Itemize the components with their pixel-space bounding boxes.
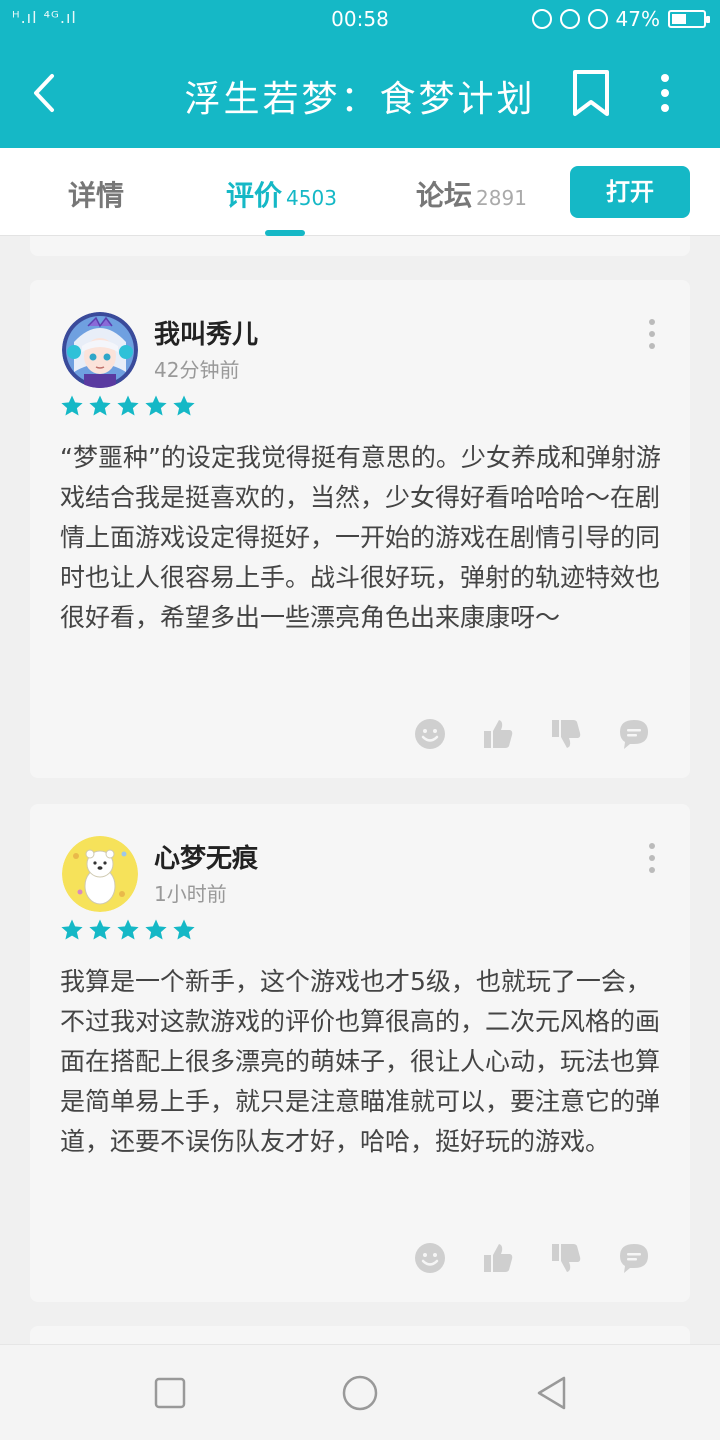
thumbs-up-icon[interactable] bbox=[482, 718, 514, 750]
review-username[interactable]: 我叫秀儿 bbox=[154, 314, 258, 351]
rating-stars bbox=[60, 918, 196, 942]
rotation-lock-icon bbox=[559, 9, 580, 29]
tab-count: 4503 bbox=[286, 186, 337, 210]
tab-bar: 详情 评价 4503 论坛 2891 打开 bbox=[0, 148, 720, 236]
open-button[interactable]: 打开 bbox=[570, 166, 690, 218]
review-text: “梦噩种”的设定我觉得挺有意思的。少女养成和弹射游戏结合我是挺喜欢的，当然，少女… bbox=[60, 443, 661, 632]
star-icon bbox=[117, 395, 139, 416]
user-avatar[interactable] bbox=[62, 836, 138, 912]
tab-label: 评价 bbox=[226, 179, 283, 212]
star-icon bbox=[61, 919, 83, 940]
alarm-icon bbox=[587, 9, 608, 29]
review-actions bbox=[414, 1242, 650, 1274]
system-nav-bar bbox=[0, 1344, 720, 1440]
notification-icon bbox=[531, 9, 552, 29]
next-review-card bbox=[30, 1326, 690, 1346]
anime-girl-avatar-icon bbox=[62, 312, 138, 388]
star-icon bbox=[173, 919, 195, 940]
review-text: 我算是一个新手，这个游戏也才5级，也就玩了一会，不过我对这款游戏的评价也算很高的… bbox=[60, 967, 661, 1156]
comment-icon[interactable] bbox=[618, 718, 650, 750]
star-icon bbox=[89, 919, 111, 940]
status-bar: ᴴ.ıl ⁴ᴳ.ıl 00:58 47% bbox=[0, 0, 720, 38]
review-time: 42分钟前 bbox=[154, 358, 240, 382]
rating-stars bbox=[60, 394, 196, 418]
tab-reviews[interactable]: 评价 4503 bbox=[226, 174, 337, 214]
home-icon[interactable] bbox=[342, 1375, 378, 1411]
comment-icon[interactable] bbox=[618, 1242, 650, 1274]
smile-icon[interactable] bbox=[414, 718, 446, 750]
star-icon bbox=[145, 395, 167, 416]
more-vertical-icon bbox=[649, 843, 655, 873]
review-username[interactable]: 心梦无痕 bbox=[154, 838, 258, 875]
more-vertical-icon bbox=[649, 319, 655, 349]
star-icon bbox=[117, 919, 139, 940]
previous-review-card bbox=[30, 236, 690, 256]
review-actions bbox=[414, 718, 650, 750]
review-card: 心梦无痕 1小时前 我算是一个新手，这个游戏也才5级，也就玩了一会，不过我对这款… bbox=[30, 804, 690, 1302]
more-vertical-icon bbox=[661, 74, 669, 112]
review-time: 1小时前 bbox=[154, 882, 227, 906]
bookmark-button[interactable] bbox=[570, 68, 612, 118]
review-more-button[interactable] bbox=[646, 842, 658, 874]
app-bar: 浮生若梦：食梦计划 bbox=[0, 38, 720, 148]
tab-count: 2891 bbox=[476, 186, 527, 210]
review-card: 我叫秀儿 42分钟前 “梦噩种”的设定我觉得挺有意思的。少女养成和弹射游戏结合我… bbox=[30, 280, 690, 778]
battery-percent: 47% bbox=[615, 7, 660, 31]
user-avatar[interactable] bbox=[62, 312, 138, 388]
star-icon bbox=[173, 395, 195, 416]
more-options-button[interactable] bbox=[650, 70, 680, 116]
thumbs-down-icon[interactable] bbox=[550, 1242, 582, 1274]
tab-label: 详情 bbox=[68, 179, 125, 212]
recent-apps-icon[interactable] bbox=[152, 1375, 188, 1411]
smile-icon[interactable] bbox=[414, 1242, 446, 1274]
battery-icon bbox=[668, 10, 710, 28]
bookmark-icon bbox=[573, 70, 609, 116]
thumbs-up-icon[interactable] bbox=[482, 1242, 514, 1274]
review-more-button[interactable] bbox=[646, 318, 658, 350]
page-title: 浮生若梦：食梦计划 bbox=[184, 79, 536, 120]
back-triangle-icon[interactable] bbox=[534, 1375, 570, 1411]
thumbs-down-icon[interactable] bbox=[550, 718, 582, 750]
star-icon bbox=[61, 395, 83, 416]
tab-details[interactable]: 详情 bbox=[68, 174, 124, 214]
tab-forum[interactable]: 论坛 2891 bbox=[416, 174, 527, 214]
tab-label: 论坛 bbox=[416, 179, 473, 212]
star-icon bbox=[89, 395, 111, 416]
star-icon bbox=[145, 919, 167, 940]
polar-bear-avatar-icon bbox=[62, 836, 138, 912]
